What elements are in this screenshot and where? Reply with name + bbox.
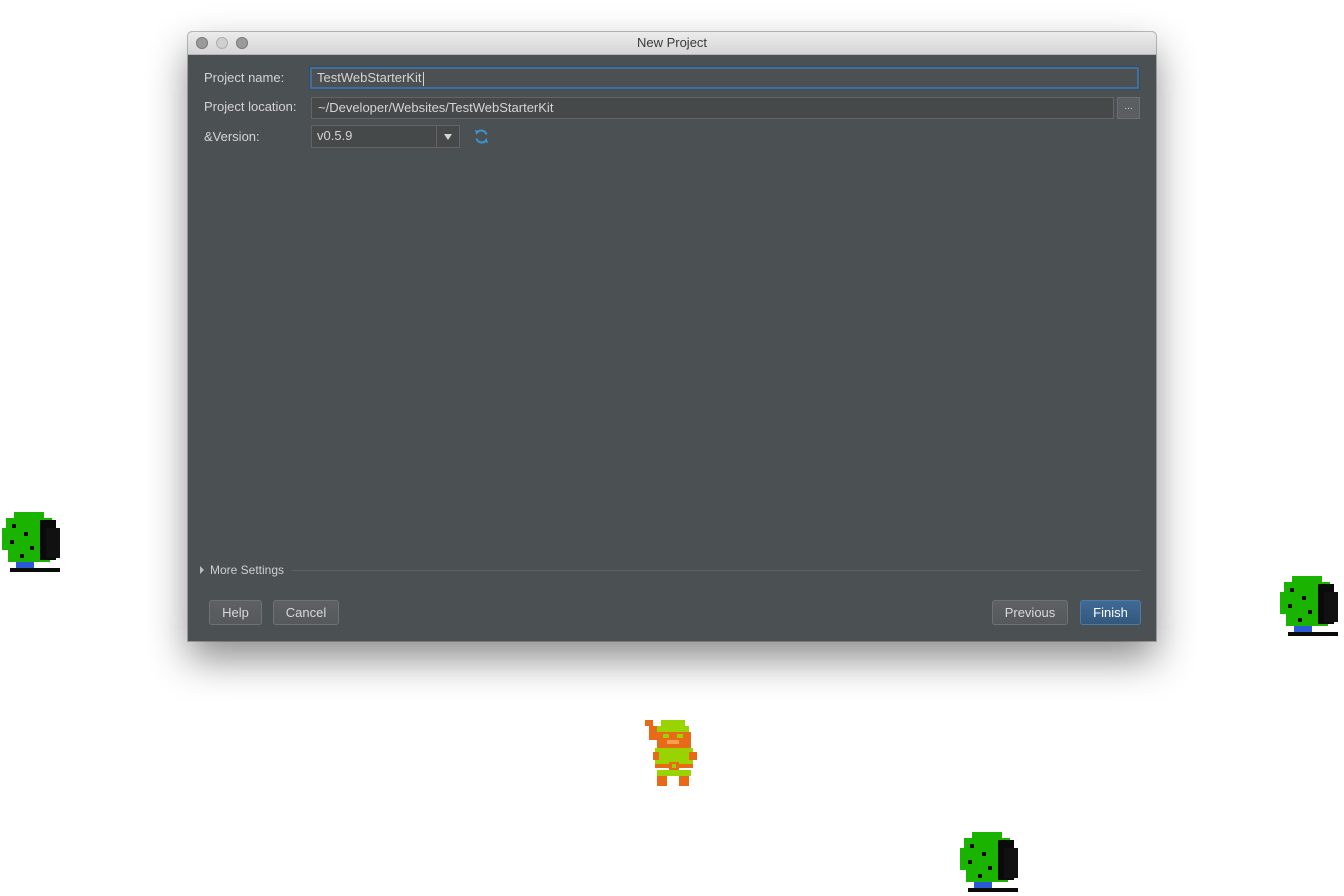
refresh-icon[interactable]: [473, 128, 490, 145]
tree-sprite-left: [2, 512, 60, 572]
project-name-input[interactable]: TestWebStarterKit: [310, 67, 1139, 89]
more-settings-separator: [292, 570, 1140, 571]
tree-sprite-right: [1280, 576, 1338, 636]
project-location-label: Project location:: [204, 99, 297, 114]
text-caret: [422, 71, 424, 86]
more-settings-toggle[interactable]: More Settings: [200, 563, 284, 577]
desktop: New Project Project name: TestWebStarter…: [0, 0, 1344, 896]
chevron-down-icon[interactable]: [436, 126, 459, 147]
help-button[interactable]: Help: [209, 600, 262, 625]
new-project-dialog: New Project Project name: TestWebStarter…: [188, 32, 1156, 641]
window-title: New Project: [636, 35, 708, 50]
project-location-value: ~/Developer/Websites/TestWebStarterKit: [318, 100, 554, 115]
version-value: v0.5.9: [317, 128, 353, 143]
hero-sprite: [645, 720, 697, 786]
more-settings-label: More Settings: [210, 563, 285, 577]
finish-button[interactable]: Finish: [1080, 600, 1141, 625]
cancel-button[interactable]: Cancel: [273, 600, 339, 625]
title-bar[interactable]: New Project: [188, 32, 1156, 55]
project-name-value: TestWebStarterKit: [317, 70, 422, 85]
project-name-label: Project name:: [204, 70, 285, 85]
version-label: &Version:: [204, 129, 260, 144]
tree-sprite-bottom: [960, 832, 1018, 892]
version-select[interactable]: v0.5.9: [311, 125, 460, 148]
project-location-input[interactable]: ~/Developer/Websites/TestWebStarterKit: [311, 97, 1114, 119]
previous-button[interactable]: Previous: [992, 600, 1068, 625]
browse-location-button[interactable]: ...: [1117, 97, 1140, 119]
disclosure-triangle-icon: [200, 566, 204, 574]
